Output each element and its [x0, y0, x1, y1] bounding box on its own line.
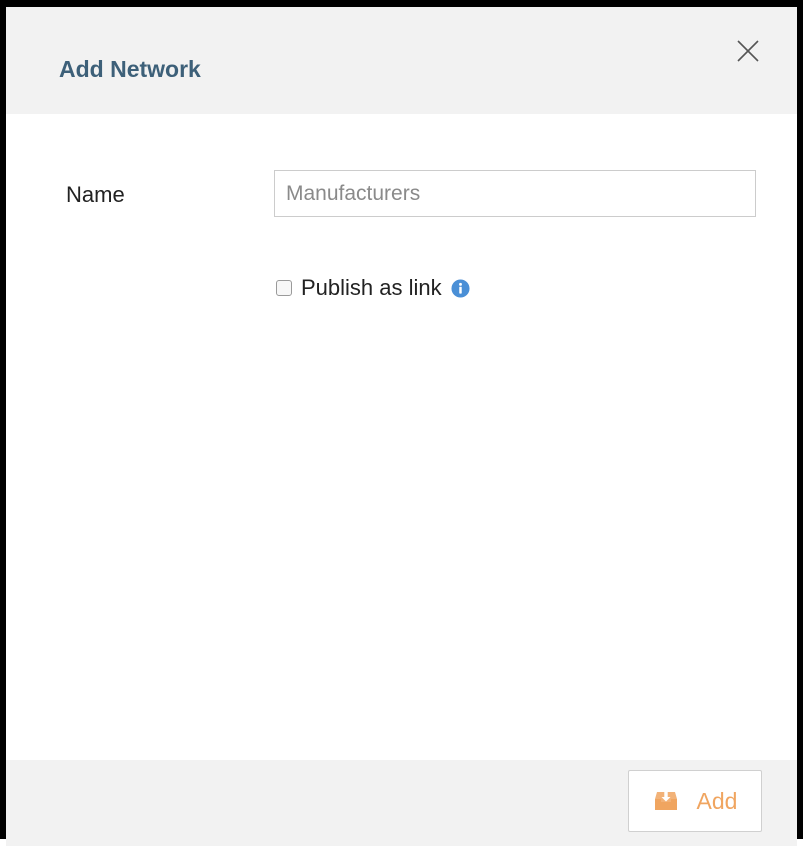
- close-icon: [737, 40, 759, 62]
- download-tray-icon: [654, 792, 677, 810]
- publish-as-link-label[interactable]: Publish as link: [301, 275, 442, 301]
- dialog-body: Name Publish as link: [6, 114, 797, 760]
- dialog-footer: Add: [6, 760, 797, 846]
- dialog-header: Add Network: [6, 7, 797, 114]
- add-button-label: Add: [696, 787, 738, 814]
- close-button[interactable]: [733, 36, 763, 66]
- name-input[interactable]: [274, 170, 756, 217]
- info-icon[interactable]: [451, 278, 470, 298]
- add-button[interactable]: Add: [628, 770, 762, 832]
- add-network-dialog: Add Network Name Publish as link: [0, 0, 803, 846]
- name-label: Name: [66, 182, 125, 207]
- dialog-title: Add Network: [59, 56, 201, 82]
- publish-as-link-row: Publish as link: [276, 274, 470, 302]
- publish-as-link-checkbox[interactable]: [276, 280, 292, 296]
